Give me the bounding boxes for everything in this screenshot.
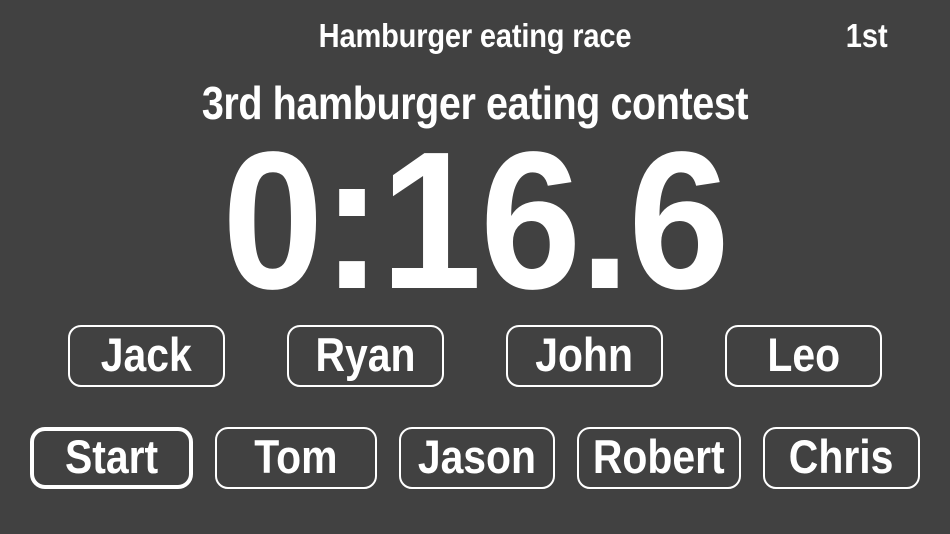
runner-button-jason-label: Jason [417,429,537,483]
runner-button-ryan-label: Ryan [315,327,416,381]
start-button[interactable]: Start [30,427,193,489]
timer-display: 0:16.6 [222,111,730,330]
runner-button-leo[interactable]: Leo [725,325,882,387]
header-row: Hamburger eating race 1st [0,14,950,58]
runner-button-leo-label: Leo [767,327,840,381]
runner-button-john-label: John [535,327,634,381]
runner-button-chris[interactable]: Chris [763,427,920,489]
rank-badge: 1st [846,17,888,54]
runner-button-jason[interactable]: Jason [399,427,555,489]
stopwatch-app: Hamburger eating race 1st 3rd hamburger … [0,0,950,534]
control-button-row: Start Tom Jason Robert Chris [0,425,950,491]
runner-button-tom-label: Tom [254,429,338,483]
runner-button-tom[interactable]: Tom [215,427,377,489]
runner-button-robert-label: Robert [593,429,725,483]
runner-button-robert[interactable]: Robert [577,427,741,489]
runner-button-jack-label: Jack [101,327,192,381]
runner-button-ryan[interactable]: Ryan [287,325,444,387]
runner-button-jack[interactable]: Jack [68,325,225,387]
runner-button-chris-label: Chris [789,429,894,483]
runner-button-row: Jack Ryan John Leo [0,323,950,389]
runner-button-john[interactable]: John [506,325,663,387]
start-button-label: Start [64,429,159,483]
race-title: Hamburger eating race [318,17,632,54]
